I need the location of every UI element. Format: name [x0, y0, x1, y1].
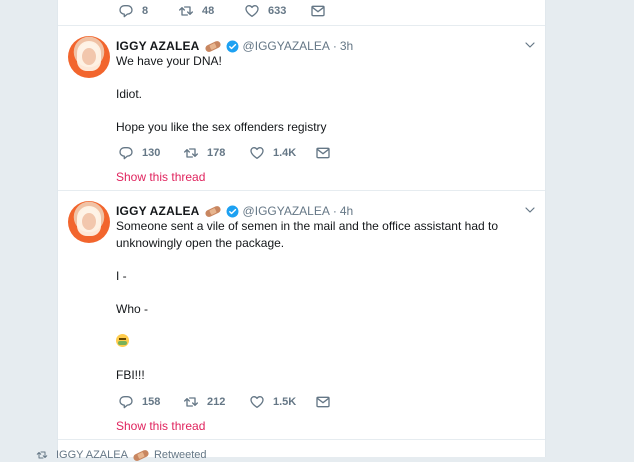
direct-message-button[interactable]: [315, 394, 339, 410]
reply-count: 158: [142, 396, 161, 408]
retweet-count: 48: [202, 5, 215, 17]
retweet-icon: [183, 145, 199, 161]
mail-icon: [315, 145, 331, 161]
retweeted-label: Retweeted: [153, 449, 207, 461]
retweeted-context: IGGY AZALEA Retweeted: [36, 448, 207, 462]
retweet-icon: [178, 3, 194, 19]
separator-dot: ·: [332, 39, 337, 53]
bandage-emoji-icon: [203, 204, 222, 218]
tweet-text-line: I -: [116, 269, 127, 283]
tweet-text-line: Someone sent a vile of semen in the mail…: [116, 219, 499, 233]
reply-icon: [118, 3, 134, 19]
tweet-actions: 158 212 1.5K: [118, 393, 339, 411]
nauseated-face-emoji: [116, 334, 129, 352]
reply-button[interactable]: 158: [118, 394, 183, 410]
mail-icon: [315, 394, 331, 410]
show-thread-link[interactable]: Show this thread: [116, 419, 205, 433]
separator-dot: ·: [332, 204, 337, 218]
retweet-button[interactable]: 212: [183, 394, 249, 410]
reply-count: 130: [142, 147, 161, 159]
retweeter-name[interactable]: IGGY AZALEA: [56, 449, 128, 461]
reply-count: 8: [142, 5, 149, 17]
tweet-text-line: We have your DNA!: [116, 54, 222, 68]
display-name[interactable]: IGGY AZALEA: [116, 204, 200, 218]
like-button[interactable]: 633: [244, 3, 310, 19]
chevron-down-icon[interactable]: [524, 39, 536, 51]
tweet-actions-partial: 8 48 633: [118, 2, 334, 20]
bandage-emoji-icon: [203, 39, 222, 53]
show-thread-link[interactable]: Show this thread: [116, 170, 205, 184]
tweet-text-line: unknowingly open the package.: [116, 236, 285, 250]
tweet-text-line: Hope you like the sex offenders registry: [116, 120, 327, 134]
direct-message-button[interactable]: [315, 145, 339, 161]
retweet-count: 212: [207, 396, 226, 408]
direct-message-button[interactable]: [310, 3, 334, 19]
user-handle[interactable]: @IGGYAZALEA: [243, 204, 330, 218]
heart-icon: [244, 3, 260, 19]
display-name[interactable]: IGGY AZALEA: [116, 39, 200, 53]
timestamp[interactable]: 3h: [340, 39, 353, 53]
nauseated-face-icon: [116, 334, 129, 347]
like-button[interactable]: 1.5K: [249, 394, 315, 410]
tweet-actions: 130 178 1.4K: [118, 144, 339, 162]
retweet-button[interactable]: 178: [183, 145, 249, 161]
tweet-header: IGGY AZALEA @IGGYAZALEA · 4h: [116, 204, 353, 218]
tweet-text-line: Idiot.: [116, 87, 143, 101]
tweet-text-line: Who -: [116, 302, 149, 316]
reply-button[interactable]: 130: [118, 145, 183, 161]
verified-badge-icon: [226, 205, 239, 218]
reply-icon: [118, 145, 134, 161]
bandage-emoji-icon: [132, 448, 150, 462]
heart-icon: [249, 145, 265, 161]
heart-icon: [249, 394, 265, 410]
tweet-header: IGGY AZALEA @IGGYAZALEA · 3h: [116, 39, 353, 53]
verified-badge-icon: [226, 40, 239, 53]
reply-button[interactable]: 8: [118, 3, 178, 19]
avatar[interactable]: [68, 36, 110, 78]
tweet[interactable]: IGGY AZALEA @IGGYAZALEA · 4h Someone sen…: [58, 190, 545, 439]
tweet[interactable]: IGGY AZALEA @IGGYAZALEA · 3h We have you…: [58, 25, 545, 191]
avatar[interactable]: [68, 201, 110, 243]
chevron-down-icon[interactable]: [524, 204, 536, 216]
reply-icon: [118, 394, 134, 410]
like-count: 1.4K: [273, 147, 297, 159]
tweet-text-line: FBI!!!: [116, 368, 145, 382]
retweet-button[interactable]: 48: [178, 3, 244, 19]
like-count: 633: [268, 5, 287, 17]
timestamp[interactable]: 4h: [340, 204, 353, 218]
like-count: 1.5K: [273, 396, 297, 408]
timeline-column: 8 48 633 IGGY AZALEA @IGGYAZALEA · 3h We…: [57, 0, 546, 457]
retweet-icon: [36, 449, 48, 461]
like-button[interactable]: 1.4K: [249, 145, 315, 161]
retweet-count: 178: [207, 147, 226, 159]
retweet-icon: [183, 394, 199, 410]
user-handle[interactable]: @IGGYAZALEA: [243, 39, 330, 53]
mail-icon: [310, 3, 326, 19]
